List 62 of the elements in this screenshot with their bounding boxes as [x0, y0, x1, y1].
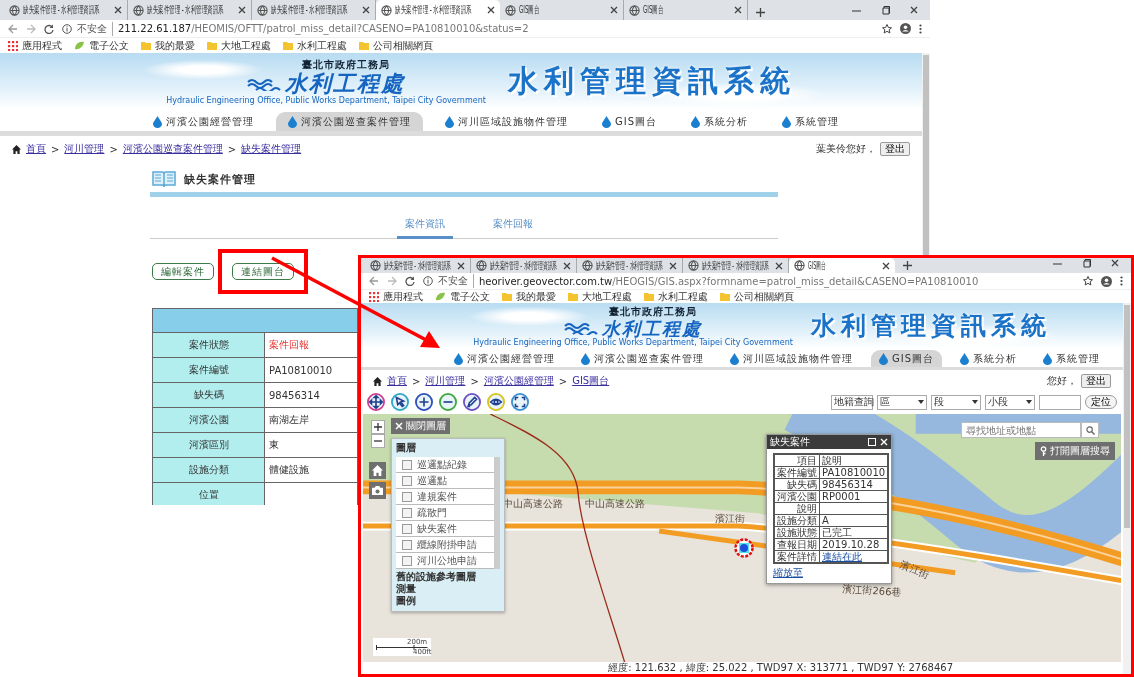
field-label: 案件編號 [774, 466, 820, 479]
field-label: 設施分類 [774, 514, 820, 527]
field-value: PA10810010 [822, 467, 886, 478]
office-name: 水利工程處 [602, 318, 702, 338]
system-title: 水利管理資訊系統 [810, 310, 1051, 342]
agency-name: 臺北市政府工務局 [302, 57, 390, 72]
field-value: 東 [269, 439, 279, 450]
layer-label: 巡邏點紀錄 [417, 457, 467, 472]
breadcrumb-separator: > [109, 143, 118, 155]
panel-title: 圖層 [395, 441, 417, 455]
field-label: 說明 [774, 502, 820, 515]
security-label: 不安全 [438, 274, 474, 288]
office-english-name: Hydraulic Engineering Office, Public Works Department, Taipei City Government [166, 95, 486, 105]
field-label: 案件詳情 [774, 550, 820, 563]
field-label: 項目 [774, 454, 820, 467]
layer-label: 巡邏點 [417, 473, 447, 488]
user-greeting: 您好， [1047, 374, 1077, 388]
security-label: 不安全 [77, 21, 113, 36]
field-value: 南湖左岸 [269, 414, 309, 425]
field-value: PA10810010 [269, 364, 333, 376]
road-label: 濱江街 [897, 558, 931, 583]
system-title: 水利管理資訊系統 [507, 61, 796, 100]
field-label: 位置 [152, 482, 265, 505]
breadcrumb-separator: > [412, 375, 421, 387]
page-title: 缺失案件管理 [184, 171, 256, 187]
office-english-name: Hydraulic Engineering Office, Public Works Department, Taipei City Government [473, 337, 793, 347]
layer-label: 河川公地申請 [417, 553, 477, 568]
field-label: 案件狀態 [152, 332, 265, 358]
road-label: 濱江街266巷 [842, 582, 902, 601]
field-label: 河濱公園 [152, 407, 265, 433]
agency-name: 臺北市政府工務局 [609, 304, 697, 319]
popup-title: 缺失案件 [770, 435, 811, 449]
field-value: A [822, 515, 829, 526]
road-label: 中山高速公路 [585, 497, 645, 511]
field-label: 案件編號 [152, 357, 265, 383]
field-value: 說明 [822, 455, 842, 466]
field-value: RP0001 [822, 491, 861, 502]
user-greeting: 葉美伶您好， [816, 142, 876, 156]
field-label: 缺失碼 [774, 478, 820, 491]
field-value: 98456314 [822, 479, 873, 490]
field-label: 設施分類 [152, 457, 265, 483]
breadcrumb-separator: > [558, 375, 568, 387]
field-label: 河濱公園 [774, 490, 820, 503]
field-value: 案件回報 [269, 339, 309, 350]
breadcrumb-separator: > [470, 375, 479, 387]
field-label: 查報日期 [774, 538, 820, 551]
field-value: 2019.10.28 [822, 539, 880, 550]
field-value: 體健設施 [269, 464, 309, 475]
road-label: 濱江街 [715, 512, 745, 526]
layer-label: 違規案件 [417, 489, 457, 504]
breadcrumb-separator: > [51, 143, 60, 155]
field-label: 河濱區別 [152, 432, 265, 458]
layer-label: 纜線附掛申請 [417, 537, 477, 552]
breadcrumb-separator: > [227, 143, 237, 155]
field-label: 設施狀態 [774, 526, 820, 539]
field-label: 缺失碼 [152, 382, 265, 408]
field-value: 98456314 [269, 389, 320, 401]
office-name: 水利工程處 [285, 71, 405, 96]
layer-label: 疏散門 [417, 505, 447, 520]
field-value: 已完工 [822, 527, 852, 538]
coordinates-text: 經度: 121.632 , 緯度: 25.022 , TWD97 X: 313771 , TWD97 Y: 2768467 [607, 662, 954, 674]
layer-label: 缺失案件 [417, 521, 457, 536]
